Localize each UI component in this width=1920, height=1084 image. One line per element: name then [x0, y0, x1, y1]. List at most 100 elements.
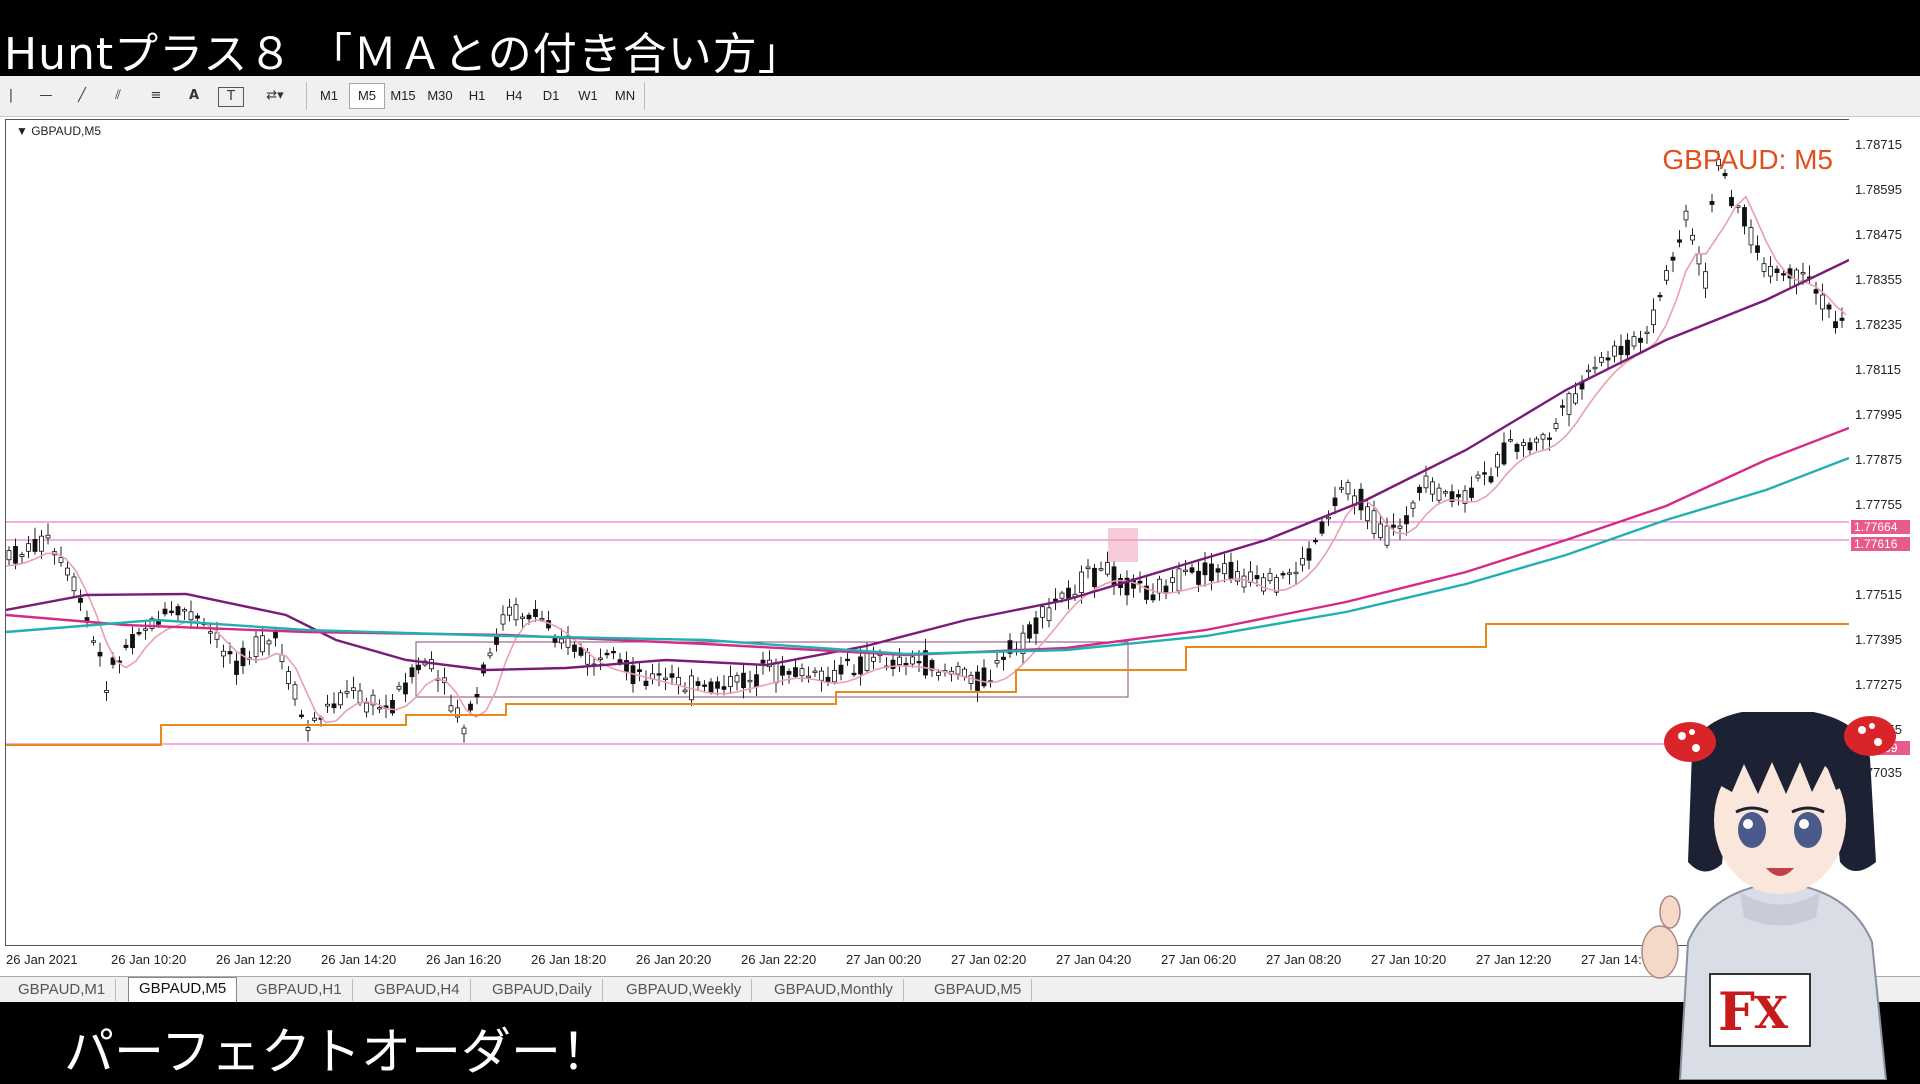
chart-tab[interactable]: GBPAUD,Daily [482, 979, 603, 1001]
chart-tab[interactable]: GBPAUD,Weekly [616, 979, 753, 1001]
timeframe-m30[interactable]: M30 [423, 84, 457, 108]
candle-body [1703, 271, 1708, 289]
time-tick-label: 27 Jan 00:20 [846, 952, 922, 967]
fibonacci-icon[interactable]: ≡ [144, 85, 168, 107]
candle-body [1339, 487, 1344, 490]
candle-body [396, 685, 402, 690]
timeframe-m1[interactable]: M1 [312, 84, 346, 108]
candle-body [1228, 561, 1234, 580]
timeframe-d1[interactable]: D1 [534, 84, 568, 108]
candle-body [58, 557, 64, 563]
time-tick-label: 27 Jan 04:20 [1056, 952, 1132, 967]
candle-body [598, 657, 603, 660]
candle-body [1696, 253, 1702, 265]
timeframe-mn[interactable]: MN [608, 84, 642, 108]
candle-body [156, 620, 161, 625]
text-label-icon[interactable]: T [218, 87, 244, 107]
candle-body [1592, 366, 1598, 370]
candle-body [78, 597, 83, 603]
ma-slow1-line [6, 426, 1849, 657]
price-tick-label: 1.78475 [1855, 227, 1902, 242]
candle-body [708, 681, 714, 693]
candle-body [1625, 339, 1630, 356]
price-tick-label: 1.77515 [1855, 587, 1902, 602]
candle-body [871, 656, 876, 662]
price-chart[interactable]: ▼ GBPAUD,M5 GBPAUD: M5 [5, 119, 1850, 946]
candle-body [1631, 336, 1637, 347]
timeframe-m5[interactable]: M5 [349, 83, 385, 109]
candle-body [1261, 577, 1266, 592]
candle-body [1417, 486, 1422, 493]
channel-icon[interactable]: ⫽ [106, 85, 130, 107]
candle-body [533, 608, 538, 617]
time-tick-label: 26 Jan 16:20 [426, 952, 502, 967]
time-tick-label: 27 Jan 14: [1581, 952, 1642, 967]
candle-body [1540, 434, 1546, 440]
time-axis[interactable]: 26 Jan 2021 26 Jan 10:20 26 Jan 12:20 26 Ja… [0, 946, 1848, 974]
chart-tab[interactable]: GBPAUD,M5 [128, 977, 238, 1003]
candle-body [1033, 617, 1039, 634]
candle-body [806, 675, 811, 678]
candle-body [474, 693, 480, 698]
horizontal-line-icon[interactable]: — [34, 85, 58, 107]
candle-body [1293, 571, 1299, 575]
candle-body [182, 609, 187, 612]
candle-body [448, 705, 454, 712]
candle-body [325, 703, 330, 707]
candle-body [695, 681, 701, 686]
candle-body [916, 661, 922, 664]
timeframe-h1[interactable]: H1 [460, 84, 494, 108]
candle-body [487, 652, 493, 657]
time-tick-label: 26 Jan 12:20 [216, 952, 292, 967]
candle-body [845, 658, 850, 662]
candle-body [851, 672, 857, 676]
candle-body [1098, 568, 1104, 571]
ma-mid-line [6, 258, 1849, 672]
candle-body [1508, 439, 1513, 442]
timeframe-h4[interactable]: H4 [497, 84, 531, 108]
candle-body [890, 659, 896, 669]
chart-watermark: GBPAUD: M5 [1662, 144, 1833, 175]
candle-body [539, 618, 545, 621]
trendline-icon[interactable]: ╱ [70, 85, 94, 107]
candle-body [364, 702, 369, 713]
video-title: Huntプラス８ 「ＭＡとの付き合い方」 [4, 29, 803, 80]
candle-body [1690, 234, 1695, 241]
candle-body [1514, 443, 1520, 452]
candle-body [760, 659, 766, 664]
candle-body [1436, 487, 1442, 501]
price-tick-label: 1.78115 [1855, 362, 1902, 377]
candle-body [468, 703, 473, 711]
candle-body [409, 667, 415, 678]
candle-body [1664, 270, 1669, 281]
candle-body [416, 664, 421, 671]
timeframe-w1[interactable]: W1 [571, 84, 605, 108]
collapse-triangle-icon[interactable]: ▼ [16, 124, 31, 138]
candle-body [1761, 263, 1767, 272]
chart-tab[interactable]: GBPAUD,Monthly [764, 979, 904, 1001]
chart-tab[interactable]: GBPAUD,H4 [364, 979, 471, 1001]
text-icon[interactable]: A [182, 85, 206, 107]
time-tick-label: 26 Jan 22:20 [741, 952, 817, 967]
cursor-line-icon[interactable]: | [4, 85, 18, 107]
timeframe-m15[interactable]: M15 [386, 84, 420, 108]
candle-body [520, 616, 525, 619]
candle-body [1170, 577, 1175, 583]
chart-tab[interactable]: GBPAUD,H1 [246, 979, 353, 1001]
candle-body [1313, 539, 1318, 543]
candle-body [578, 647, 584, 656]
candle-body [559, 638, 564, 644]
candle-body [1677, 239, 1682, 243]
candle-body [1111, 566, 1117, 587]
time-tick-label: 27 Jan 02:20 [951, 952, 1027, 967]
chart-tab[interactable]: GBPAUD,M5 [924, 979, 1033, 1001]
candle-body [1215, 568, 1221, 573]
candle-body [1599, 356, 1604, 363]
candle-body [747, 679, 753, 683]
candle-body [1742, 207, 1747, 227]
candle-body [981, 667, 987, 687]
candle-body [838, 664, 844, 675]
shapes-dropdown-icon[interactable]: ⇄▾ [256, 85, 294, 107]
chart-tab[interactable]: GBPAUD,M1 [8, 979, 117, 1001]
chart-toolbar: | — ╱ ⫽ ≡ A T ⇄▾ M1 M5 M15 M30 H1 H4 D1 W1 MN [0, 76, 1920, 117]
